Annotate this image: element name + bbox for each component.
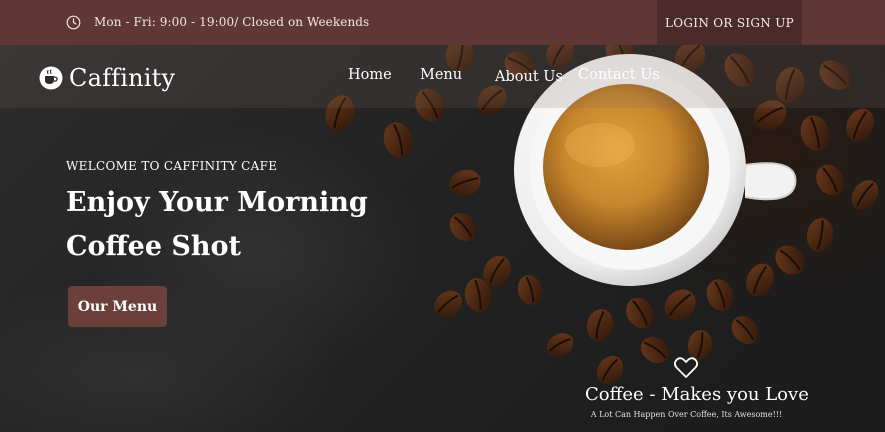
hero-headline: Enjoy Your Morning Coffee Shot [66,187,368,262]
clock-icon [66,15,81,30]
tagline-subtitle: A Lot Can Happen Over Coffee, Its Awesom… [590,410,783,419]
coffee-cup-icon [39,66,63,90]
welcome-text: WELCOME TO CAFFINITY CAFE [66,159,278,173]
tagline-title: Coffee - Makes you Love [585,384,809,405]
our-menu-button[interactable]: Our Menu [68,286,167,327]
top-bar: Mon - Fri: 9:00 - 19:00/ Closed on Weeke… [0,0,885,45]
heart-icon [673,356,699,380]
nav-menu[interactable]: Menu [420,67,462,83]
nav-contact-us[interactable]: Contact Us [578,67,660,83]
brand-logo[interactable]: Caffinity [39,64,175,92]
login-signup-button[interactable]: LOGIN OR SIGN UP [657,0,802,45]
nav-about-us[interactable]: About Us [495,69,563,85]
brand-name: Caffinity [69,64,176,92]
opening-hours-text: Mon - Fri: 9:00 - 19:00/ Closed on Weeke… [94,15,370,29]
nav-home[interactable]: Home [348,67,392,83]
opening-hours: Mon - Fri: 9:00 - 19:00/ Closed on Weeke… [66,13,369,31]
